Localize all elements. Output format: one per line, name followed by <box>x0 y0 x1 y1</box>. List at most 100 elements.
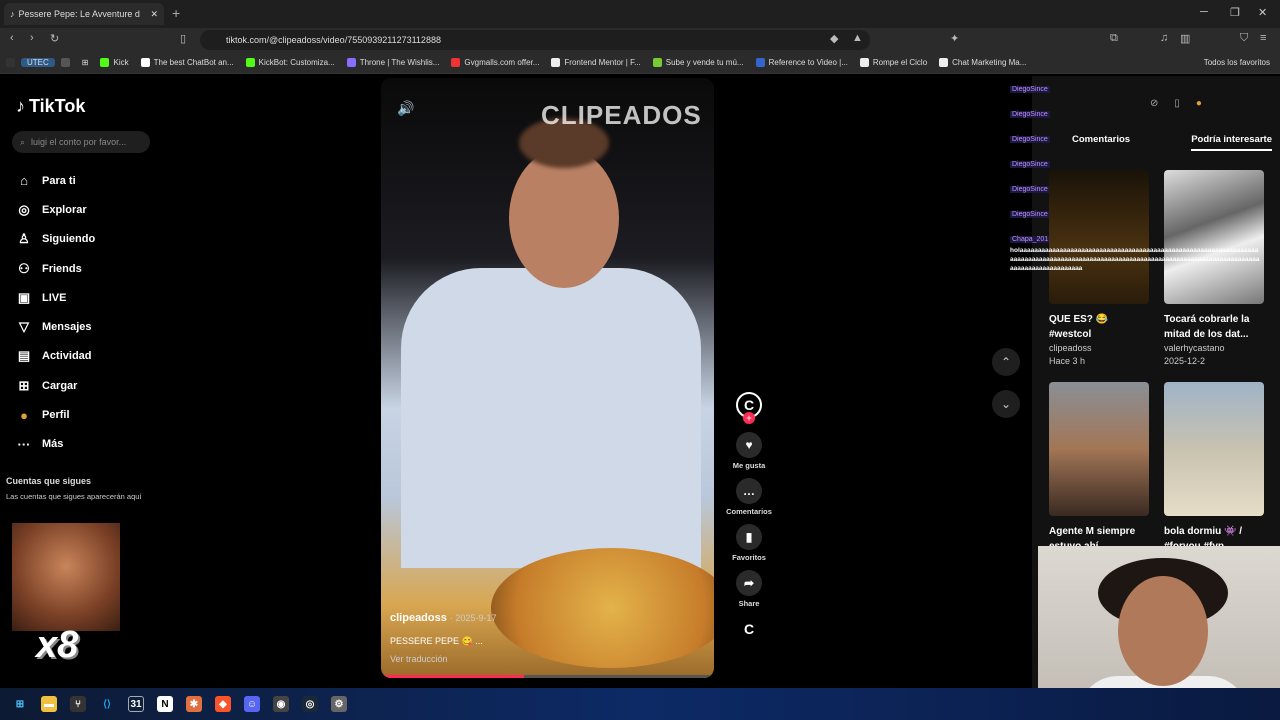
favorites-button[interactable]: ▮ Favoritos <box>720 524 778 562</box>
menu-icon[interactable]: ≡ <box>1260 32 1266 44</box>
following-icon: ♙ <box>18 231 30 247</box>
nav-item-siguiendo[interactable]: ♙ Siguiendo <box>16 225 95 254</box>
share-button[interactable]: ➦ Share <box>720 570 778 608</box>
tiktok-favicon-icon: ♪ <box>10 9 15 19</box>
git-icon[interactable]: ⑂ <box>70 696 86 712</box>
minimize-icon[interactable]: ─ <box>1200 6 1208 18</box>
compass-icon: ◎ <box>18 201 30 217</box>
card-thumbnail <box>1049 170 1149 304</box>
all-bookmarks-folder[interactable]: Todos los favoritos <box>1204 58 1270 67</box>
follow-plus-icon[interactable]: + <box>743 412 755 424</box>
nav-item-actividad[interactable]: ▤ Actividad <box>16 342 95 371</box>
windows-start-icon[interactable]: ⊞ <box>12 696 28 712</box>
forward-icon[interactable]: › <box>30 32 34 44</box>
card-time: 2025-12-2 <box>1164 356 1206 366</box>
calendar-icon[interactable]: 31 <box>128 696 144 712</box>
live-icon: ▣ <box>17 289 31 305</box>
close-window-icon[interactable]: ✕ <box>1258 6 1267 19</box>
video-watermark: CLIPEADOS <box>541 100 702 130</box>
tab-title: Pessere Pepe: Le Avventure d <box>18 9 140 19</box>
nav-item-explorar[interactable]: ◎ Explorar <box>16 195 95 224</box>
vscode-icon[interactable]: ⟨⟩ <box>99 696 115 712</box>
recommended-card[interactable]: bola dormiu 👾 / #foryou #fyp <box>1164 382 1264 554</box>
extensions-icon[interactable]: ✦ <box>950 32 959 45</box>
profile-icon: ● <box>20 407 28 423</box>
new-tab-icon[interactable]: + <box>172 5 180 21</box>
chat-message: DiegoSince <box>1010 186 1050 193</box>
reload-icon[interactable]: ↻ <box>50 32 59 45</box>
card-author: clipeadoss <box>1049 343 1092 353</box>
next-video-button[interactable]: ⌄ <box>992 390 1020 418</box>
nav-item-para-ti[interactable]: ⌂ Para ti <box>16 166 95 195</box>
bookmark-item[interactable]: Sube y vende tu mú... <box>647 58 750 67</box>
nav-item-cargar[interactable]: ⊞ Cargar <box>16 371 95 400</box>
bookmark-item[interactable] <box>0 58 21 67</box>
video-plate <box>491 548 714 668</box>
file-explorer-icon[interactable]: ▬ <box>41 696 57 712</box>
bookmark-item[interactable]: Reference to Video |... <box>750 58 854 67</box>
author-name: clipeadoss <box>390 612 447 624</box>
media-icon[interactable]: ♫ <box>1160 32 1168 44</box>
nav-item-live[interactable]: ▣ LIVE <box>16 283 95 312</box>
bookmark-icon[interactable]: ▯ <box>180 32 186 45</box>
steam-icon[interactable]: ◎ <box>302 696 318 712</box>
video-person-head <box>509 148 619 288</box>
search-input[interactable]: ⌕ luigi el conto por favor... <box>12 131 150 153</box>
shield-icon[interactable]: ⛉ <box>1240 32 1248 45</box>
translate-link[interactable]: Ver traducción <box>390 654 448 664</box>
filter-icon[interactable]: ⊘ <box>1150 98 1158 109</box>
video-author[interactable]: clipeadoss · 2025-9-17 <box>390 612 496 624</box>
apps-grid-icon[interactable]: ⊞ <box>76 58 95 67</box>
tab-comments[interactable]: Comentarios <box>1072 134 1130 151</box>
music-disc[interactable]: C <box>720 616 778 642</box>
kick-icon <box>100 58 110 67</box>
chatbot-icon <box>140 58 150 67</box>
comments-button[interactable]: … Comentarios <box>720 478 778 516</box>
puzzle-icon[interactable]: ⧉ <box>1110 32 1118 45</box>
volume-icon[interactable]: 🔊 <box>397 100 414 117</box>
card-thumbnail <box>1049 382 1149 516</box>
discord-icon[interactable]: ☺ <box>244 696 260 712</box>
nav-item-mas[interactable]: ··· Más <box>16 430 95 459</box>
tiktok-logo[interactable]: ♪ TikTok <box>16 96 85 117</box>
settings-icon[interactable]: ⚙ <box>331 696 347 712</box>
notion-icon[interactable]: N <box>157 696 173 712</box>
brave-rewards-icon[interactable]: ▲ <box>852 32 863 44</box>
bookmark-item[interactable]: Rompe el Ciclo <box>854 58 933 67</box>
nav-item-friends[interactable]: ⚇ Friends <box>16 254 95 283</box>
nav-item-mensajes[interactable]: ▽ Mensajes <box>16 312 95 341</box>
address-bar[interactable]: tiktok.com/@clipeadoss/video/75509392112… <box>200 30 870 50</box>
bookmark-item[interactable]: UTEC <box>21 58 55 67</box>
browser-tab[interactable]: ♪ Pessere Pepe: Le Avventure d ✕ <box>4 3 164 25</box>
prev-video-button[interactable]: ⌃ <box>992 348 1020 376</box>
device-icon[interactable]: ▯ <box>1174 98 1180 109</box>
brave-browser-icon[interactable]: ◆ <box>215 696 231 712</box>
video-person-shirt <box>401 268 701 568</box>
back-icon[interactable]: ‹ <box>10 32 14 44</box>
video-caption[interactable]: PESSERE PEPE 😋 ... <box>390 636 483 647</box>
bookmark-item[interactable]: Throne | The Wishlis... <box>341 58 446 67</box>
nav-item-perfil[interactable]: ● Perfil <box>16 400 95 429</box>
tab-podria-interesarte[interactable]: Podría interesarte <box>1191 134 1272 151</box>
bookmark-item[interactable]: Kick <box>94 58 134 67</box>
bookmark-item[interactable]: KickBot: Customiza... <box>240 58 341 67</box>
tab-close-icon[interactable]: ✕ <box>150 9 158 20</box>
sidebar-toggle-icon[interactable]: ▥ <box>1180 32 1190 45</box>
reference-video-icon <box>755 58 765 67</box>
user-avatar[interactable]: ● <box>1196 98 1202 109</box>
maximize-icon[interactable]: ❐ <box>1230 6 1240 19</box>
bookmark-item[interactable]: Chat Marketing Ma... <box>933 58 1032 67</box>
bookmark-item[interactable]: The best ChatBot an... <box>135 58 240 67</box>
like-button[interactable]: ♥ Me gusta <box>720 432 778 470</box>
bookmark-item[interactable]: Gvgmalls.com offer... <box>445 58 545 67</box>
brave-shield-icon[interactable]: ◆ <box>830 32 838 45</box>
recommended-card[interactable]: Agente M siempre estuvo ahí <box>1049 382 1149 554</box>
video-player[interactable]: 🔊 CLIPEADOS clipeadoss · 2025-9-17 PESSE… <box>381 78 714 678</box>
card-thumbnail <box>1164 382 1264 516</box>
obs-icon[interactable]: ◉ <box>273 696 289 712</box>
bookmark-item[interactable]: Frontend Mentor | F... <box>545 58 646 67</box>
video-progress-bar[interactable] <box>381 675 714 678</box>
creator-avatar[interactable]: C + <box>720 392 778 424</box>
bookmark-item[interactable] <box>55 58 76 67</box>
app-icon[interactable]: ✱ <box>186 696 202 712</box>
